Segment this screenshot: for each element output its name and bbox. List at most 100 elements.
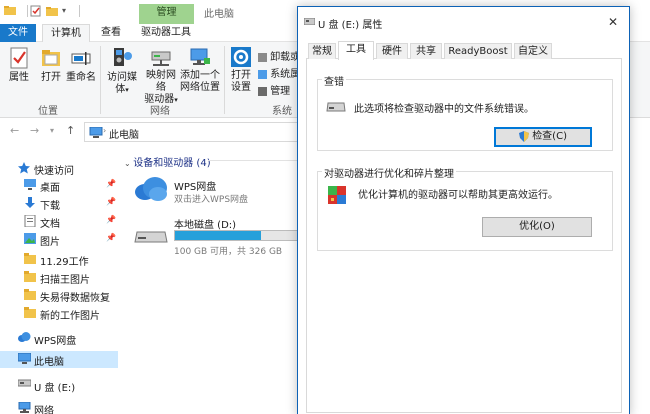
optimize-group: 对驱动器进行优化和碎片整理 优化计算机的驱动器可以帮助其更高效运行。 优化(O) xyxy=(317,165,613,251)
rename-button[interactable]: 重命名 xyxy=(66,46,96,84)
dialog-titlebar[interactable]: U 盘 (E:) 属性 ✕ xyxy=(298,7,629,37)
folder-icon xyxy=(24,289,36,300)
gear-icon xyxy=(231,47,251,67)
nav-network[interactable]: 网络 xyxy=(0,400,118,414)
properties-button[interactable]: 属性 xyxy=(6,46,32,84)
app-icon xyxy=(4,6,16,15)
document-icon xyxy=(24,215,36,227)
nav-this-pc[interactable]: 此电脑 xyxy=(0,351,118,368)
address-input[interactable]: › 此电脑 xyxy=(84,122,298,142)
cloud-icon xyxy=(135,177,167,201)
tab-view[interactable]: 查看 xyxy=(96,24,126,42)
tab-general[interactable]: 常规 xyxy=(308,43,336,59)
nav-quick-access[interactable]: 快速访问 xyxy=(0,160,118,177)
pin-icon[interactable]: 📌 xyxy=(106,215,116,224)
nav-pictures[interactable]: 图片 📌 xyxy=(0,231,118,248)
rename-label: 重命名 xyxy=(66,72,96,83)
check-button[interactable]: 检查(C) xyxy=(494,127,592,147)
quick-access-dropdown-icon[interactable]: ▾ xyxy=(62,6,74,18)
properties-dialog: U 盘 (E:) 属性 ✕ 常规 工具 硬件 共享 ReadyBoost 自定义… xyxy=(297,6,630,414)
uninstall-label: 卸载或 xyxy=(270,52,301,63)
address-path: 此电脑 xyxy=(109,130,139,141)
nav-label: 文档 xyxy=(40,219,60,230)
open-settings-label-line2: 设置 xyxy=(231,82,251,93)
nav-desktop[interactable]: 桌面 📌 xyxy=(0,177,118,194)
section-header-devices[interactable]: ⌄ 设备和驱动器 (4) xyxy=(124,154,211,169)
defrag-icon xyxy=(328,186,346,204)
up-arrow-icon[interactable]: ↑ xyxy=(66,124,75,137)
nav-folder[interactable]: 11.29工作 xyxy=(0,251,118,268)
uninstall-button[interactable]: 卸载或 xyxy=(258,48,300,63)
new-folder-icon[interactable] xyxy=(46,5,58,17)
properties-label: 属性 xyxy=(9,72,29,83)
access-media-button[interactable]: 访问媒体▾ xyxy=(103,46,141,96)
system-properties-button[interactable]: 系统属 xyxy=(258,65,300,80)
add-location-label-line2: 网络位置 xyxy=(180,82,220,93)
network-icon xyxy=(18,402,31,413)
optimize-button[interactable]: 优化(O) xyxy=(482,217,592,237)
breadcrumb-chevron-icon: › xyxy=(103,126,107,135)
download-arrow-icon xyxy=(25,197,35,208)
manage-label: 管理 xyxy=(270,86,291,97)
content-pane: ⌄ 设备和驱动器 (4) WPS网盘 双击进入WPS网盘 本地磁盘 (D:) 1… xyxy=(120,146,300,414)
nav-folder[interactable]: 扫描王图片 xyxy=(0,269,118,286)
tab-readyboost[interactable]: ReadyBoost xyxy=(444,43,512,59)
properties-check-icon[interactable] xyxy=(30,5,42,17)
uninstall-icon xyxy=(258,52,267,62)
group-label-network: 网络 xyxy=(150,106,170,117)
properties-icon xyxy=(10,47,28,69)
nav-label: 图片 xyxy=(40,237,60,248)
access-media-dropdown-icon: ▾ xyxy=(125,86,129,94)
manage-button[interactable]: 管理 xyxy=(258,82,290,97)
section-divider xyxy=(208,160,298,161)
tab-sharing[interactable]: 共享 xyxy=(410,43,442,59)
this-pc-icon xyxy=(18,353,31,364)
nav-label: 网络 xyxy=(34,406,54,414)
tab-computer[interactable]: 计算机 xyxy=(42,24,90,42)
add-network-location-button[interactable]: 添加一个 网络位置 xyxy=(180,46,220,94)
back-arrow-icon[interactable]: ← xyxy=(10,124,19,137)
nav-wps-drive[interactable]: WPS网盘 xyxy=(0,330,118,347)
open-settings-button[interactable]: 打开 设置 xyxy=(228,46,254,94)
chevron-down-icon: ⌄ xyxy=(124,159,134,168)
pin-icon[interactable]: 📌 xyxy=(106,233,116,242)
error-checking-description: 此选项将检查驱动器中的文件系统错误。 xyxy=(354,104,534,115)
tab-customize[interactable]: 自定义 xyxy=(514,43,552,59)
nav-folder[interactable]: 失易得数据恢复 xyxy=(0,287,118,304)
nav-folder[interactable]: 新的工作图片 xyxy=(0,305,118,322)
dialog-tabs: 常规 工具 硬件 共享 ReadyBoost 自定义 xyxy=(306,41,622,60)
pin-icon[interactable]: 📌 xyxy=(106,197,116,206)
tools-tab-page: 查错 此选项将检查驱动器中的文件系统错误。 检查(C) 对驱动器进行优化和碎片整… xyxy=(306,59,622,413)
close-icon[interactable]: ✕ xyxy=(608,15,618,29)
nav-downloads[interactable]: 下载 📌 xyxy=(0,195,118,212)
drive-icon xyxy=(326,102,346,112)
nav-label: 失易得数据恢复 xyxy=(40,293,110,304)
nav-label: 扫描王图片 xyxy=(40,275,90,286)
tab-tools[interactable]: 工具 xyxy=(338,41,374,60)
error-checking-group: 查错 此选项将检查驱动器中的文件系统错误。 检查(C) xyxy=(317,73,613,151)
wps-drive-name: WPS网盘 xyxy=(174,182,217,193)
map-network-drive-button[interactable]: 映射网络 驱动器▾ xyxy=(142,46,180,106)
nav-documents[interactable]: 文档 📌 xyxy=(0,213,118,230)
tab-file[interactable]: 文件 xyxy=(0,24,36,42)
media-icon xyxy=(114,48,132,66)
nav-label: 新的工作图片 xyxy=(40,311,100,322)
contextual-tab-manage[interactable]: 管理 xyxy=(139,4,194,24)
nav-usb-drive[interactable]: U 盘 (E:) xyxy=(0,377,118,394)
hard-drive-icon xyxy=(134,231,168,243)
tab-hardware[interactable]: 硬件 xyxy=(376,43,408,59)
cloud-icon xyxy=(18,332,31,342)
section-header-label: 设备和驱动器 (4) xyxy=(133,158,211,169)
recent-dropdown-icon[interactable]: ▾ xyxy=(50,126,54,135)
shield-icon xyxy=(519,130,529,142)
map-drive-dropdown-icon: ▾ xyxy=(174,96,178,104)
usb-drive-icon xyxy=(304,18,315,25)
tab-drive-tools[interactable]: 驱动器工具 xyxy=(134,24,198,42)
pin-icon[interactable]: 📌 xyxy=(106,179,116,188)
nav-label: 11.29工作 xyxy=(40,257,89,268)
open-button[interactable]: 打开 xyxy=(38,46,64,84)
forward-arrow-icon[interactable]: → xyxy=(30,124,39,137)
navigation-pane: 快速访问 桌面 📌 下载 📌 文档 📌 图片 📌 11.29工作 扫描王图片 失… xyxy=(0,150,120,414)
system-properties-icon xyxy=(258,69,267,79)
rename-icon xyxy=(71,52,91,65)
